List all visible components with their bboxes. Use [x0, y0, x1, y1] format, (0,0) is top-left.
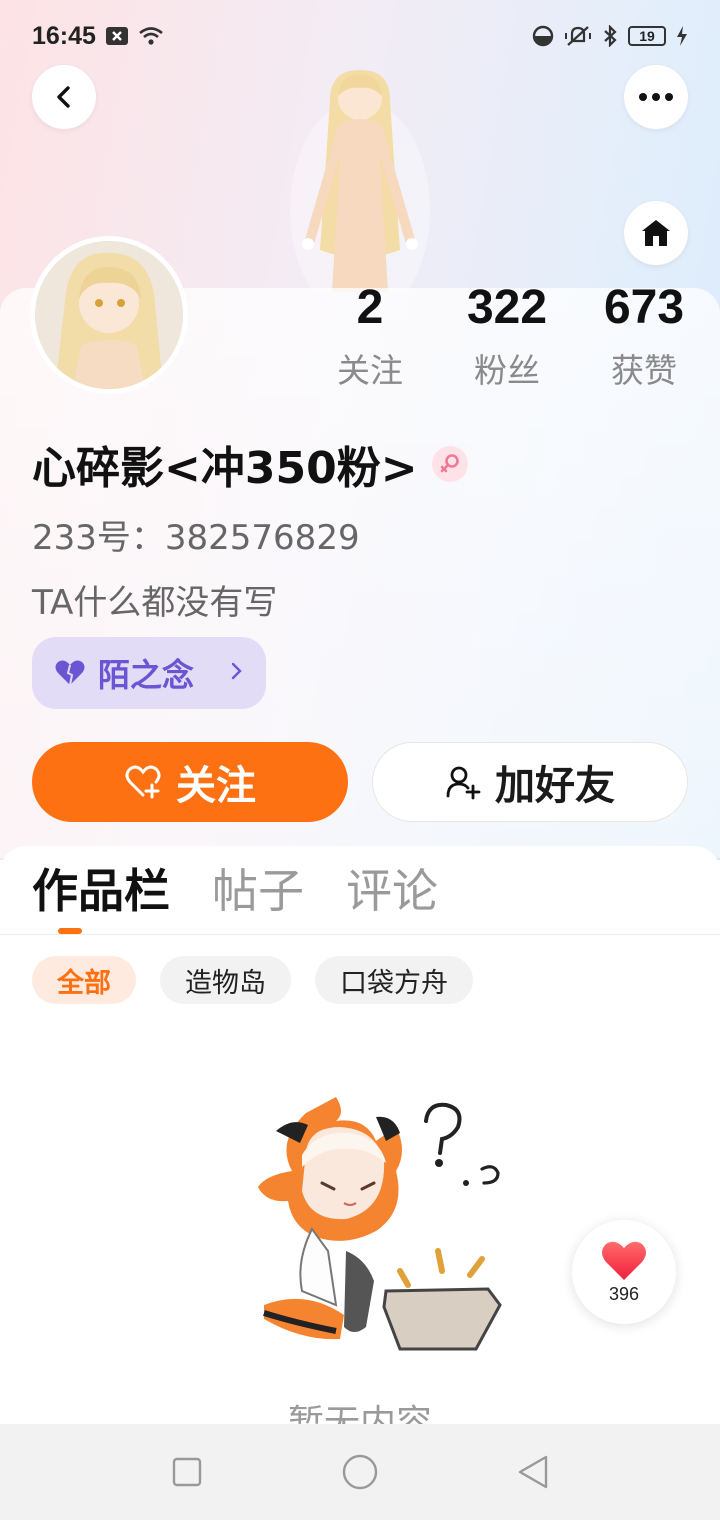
add-friend-button-label: 加好友 — [495, 763, 615, 809]
tab-comments[interactable]: 评论 — [346, 860, 438, 922]
bio: TA什么都没有写 — [32, 583, 278, 623]
content-tabs: 作品栏 帖子 评论 — [32, 860, 438, 922]
stat-label: 获赞 — [611, 351, 677, 390]
status-time: 16:45 — [32, 21, 96, 50]
tab-works[interactable]: 作品栏 — [32, 860, 170, 922]
heart-icon — [600, 1240, 648, 1282]
follow-button[interactable]: 关注 — [32, 742, 348, 822]
chevron-right-icon — [230, 658, 244, 688]
more-options-button[interactable] — [624, 65, 688, 129]
avatar[interactable] — [30, 236, 188, 394]
battery-icon: 19 — [628, 26, 666, 46]
back-button[interactable] — [32, 65, 96, 129]
stat-label: 关注 — [337, 351, 403, 390]
profile-stats: 2 关注 322 粉丝 673 获赞 — [300, 280, 700, 400]
more-dots-icon — [638, 92, 674, 102]
stat-value: 322 — [466, 281, 548, 334]
tab-divider — [0, 934, 720, 935]
home-icon — [639, 217, 673, 249]
filter-chip-pocket-ark[interactable]: 口袋方舟 — [315, 956, 473, 1004]
wifi-icon — [138, 26, 164, 46]
filter-chip-creation-island[interactable]: 造物岛 — [160, 956, 291, 1004]
username: 心碎影<冲350粉> — [32, 432, 468, 496]
tab-posts[interactable]: 帖子 — [212, 860, 304, 922]
relationship-tag-label: 陌之念 — [98, 656, 195, 694]
recents-button[interactable] — [157, 1442, 217, 1502]
home-button[interactable] — [624, 201, 688, 265]
empty-state-text: 暂无内容 — [287, 1403, 432, 1424]
user-id[interactable]: 233号：382576829 — [32, 510, 360, 559]
like-button[interactable]: 396 — [572, 1220, 676, 1324]
chevron-left-icon — [52, 85, 76, 109]
username-text: 心碎影<冲350粉> — [32, 443, 418, 494]
follow-button-label: 关注 — [176, 763, 256, 809]
female-icon — [431, 446, 468, 482]
filter-chip-all[interactable]: 全部 — [32, 956, 136, 1004]
notification-x-icon — [105, 27, 128, 45]
data-saver-icon — [532, 25, 554, 47]
stat-likes[interactable]: 673 获赞 — [574, 280, 714, 392]
empty-state-illustration — [236, 1091, 506, 1356]
relationship-tag[interactable]: 陌之念 — [32, 637, 266, 709]
vibrate-icon — [564, 25, 592, 47]
stat-value: 673 — [603, 281, 685, 334]
content-section: 作品栏 帖子 评论 全部 造物岛 口袋方舟 暂无内容 — [0, 846, 720, 1424]
heart-plus-icon — [124, 765, 162, 799]
back-nav-button[interactable] — [503, 1442, 563, 1502]
add-user-icon — [445, 764, 481, 800]
filter-chips: 全部 造物岛 口袋方舟 — [32, 956, 473, 1004]
charging-icon — [676, 26, 688, 46]
system-nav-bar — [0, 1424, 720, 1520]
stat-following[interactable]: 2 关注 — [300, 280, 440, 392]
home-nav-button[interactable] — [330, 1442, 390, 1502]
stat-followers[interactable]: 322 粉丝 — [437, 280, 577, 392]
stat-label: 粉丝 — [474, 351, 540, 390]
add-friend-button[interactable]: 加好友 — [372, 742, 688, 822]
character-showcase[interactable] — [280, 60, 440, 320]
like-count: 396 — [608, 1283, 640, 1304]
stat-value: 2 — [356, 281, 384, 334]
bluetooth-icon — [602, 25, 618, 47]
heart-icon — [54, 659, 86, 687]
